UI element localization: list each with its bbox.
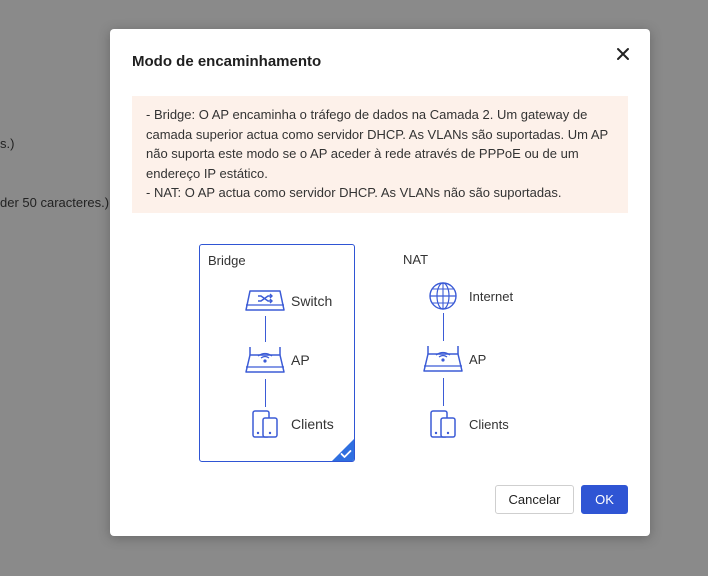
clients-label: Clients: [469, 416, 509, 432]
bridge-mode-option[interactable]: Bridge Switch AP Clients: [199, 244, 355, 462]
bridge-option-label: Bridge: [208, 253, 246, 268]
clients-icon: [421, 408, 465, 440]
internet-label: Internet: [469, 288, 514, 304]
ap-label: AP: [291, 352, 310, 368]
cancel-button[interactable]: Cancelar: [495, 485, 574, 514]
dialog-title: Modo de encaminhamento: [132, 53, 322, 70]
link-line: [443, 378, 444, 406]
ap-node: AP: [421, 343, 486, 375]
switch-icon: [243, 285, 287, 317]
access-point-icon: [421, 343, 465, 375]
close-icon[interactable]: [614, 45, 632, 63]
switch-label: Switch: [291, 293, 333, 309]
ap-label: AP: [469, 351, 487, 367]
ap-node: AP: [243, 344, 310, 376]
background-text-2: der 50 caracteres.): [0, 195, 110, 210]
globe-icon: [421, 280, 465, 312]
mode-description-notice: - Bridge: O AP encaminha o tráfego de da…: [132, 96, 628, 213]
link-line: [443, 313, 444, 341]
access-point-icon: [243, 344, 287, 376]
clients-label: Clients: [291, 416, 334, 432]
forwarding-mode-dialog: Modo de encaminhamento - Bridge: O AP en…: [110, 29, 650, 536]
nat-option-label: NAT: [403, 252, 429, 267]
bridge-description: - Bridge: O AP encaminha o tráfego de da…: [146, 107, 608, 181]
internet-node: Internet: [421, 280, 513, 312]
clients-node: Clients: [421, 408, 509, 440]
background-text-1: s.): [0, 136, 15, 151]
checkmark-icon: [340, 450, 352, 458]
clients-node: Clients: [243, 408, 334, 440]
nat-mode-option[interactable]: NAT Internet AP Clients: [394, 244, 550, 462]
nat-description: - NAT: O AP actua como servidor DHCP. As…: [146, 185, 562, 201]
link-line: [265, 316, 266, 342]
switch-node: Switch: [243, 285, 332, 317]
link-line: [265, 379, 266, 407]
ok-button[interactable]: OK: [581, 485, 628, 514]
clients-icon: [243, 408, 287, 440]
